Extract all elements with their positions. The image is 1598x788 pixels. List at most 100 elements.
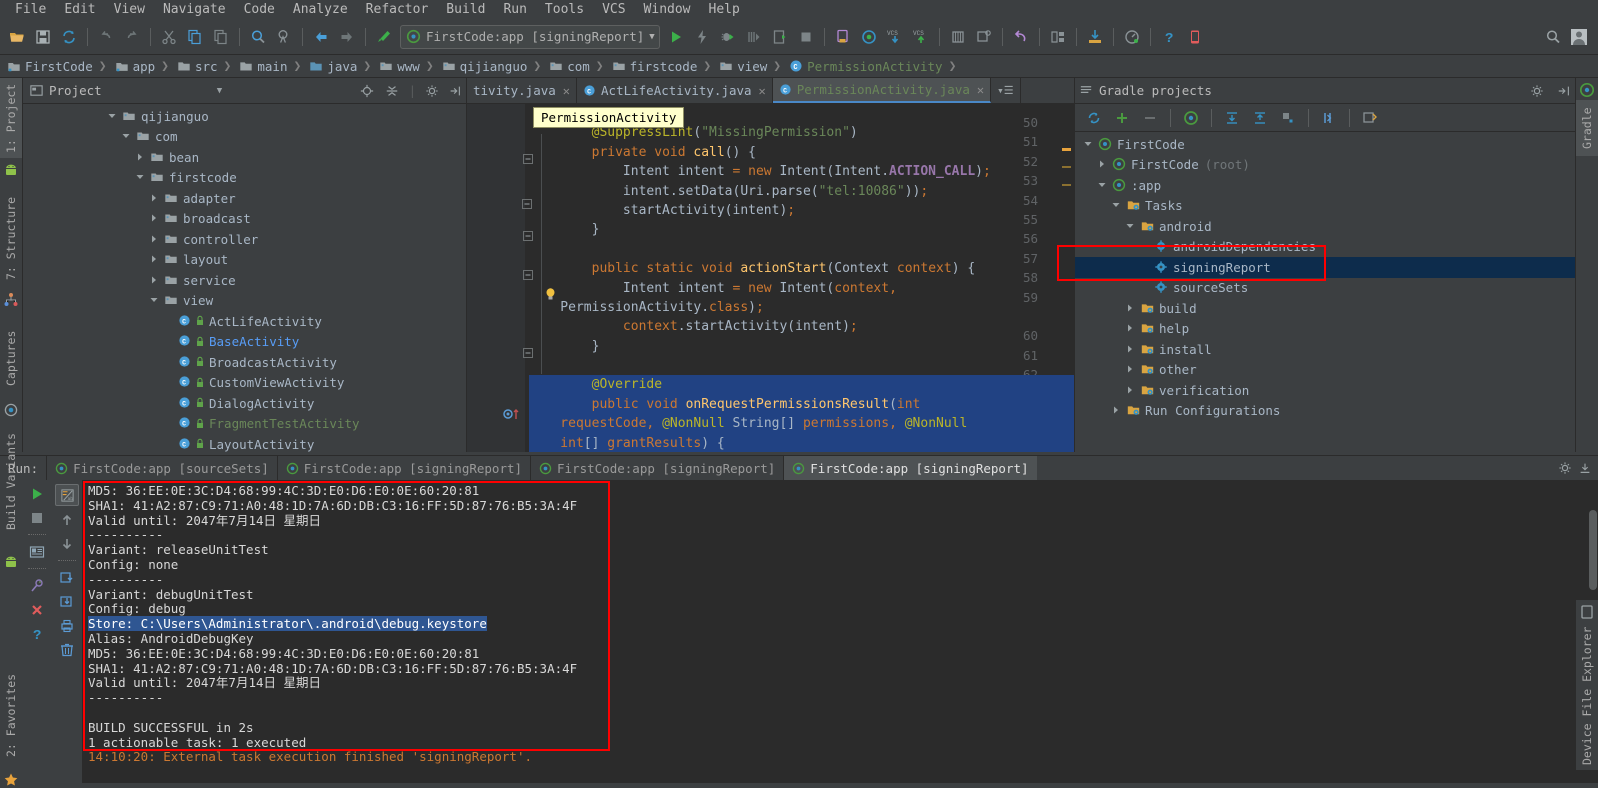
gradle-tree-item[interactable]: androidDependencies — [1075, 237, 1575, 258]
settings-gear-icon[interactable] — [1530, 84, 1544, 98]
locate-icon[interactable] — [360, 84, 374, 98]
scroll-up-icon[interactable] — [56, 510, 78, 530]
chevron-down-icon[interactable] — [107, 111, 118, 122]
project-tree-item[interactable]: bean — [23, 147, 466, 168]
error-stripe-marker[interactable] — [1062, 184, 1071, 186]
run-with-coverage-icon[interactable] — [768, 25, 792, 49]
add-icon[interactable] — [1110, 106, 1134, 130]
console-text[interactable]: 14:10:20: External task execution finish… — [88, 749, 532, 764]
soft-wrap-icon[interactable]: ab — [55, 484, 79, 506]
project-tree-item[interactable]: C LayoutActivity — [23, 434, 466, 452]
vcs-commit-icon[interactable]: VCS — [909, 25, 933, 49]
stop-icon[interactable] — [794, 25, 818, 49]
run-icon[interactable] — [664, 25, 688, 49]
chevron-down-icon[interactable] — [1125, 221, 1136, 232]
device-file-explorer-icon[interactable] — [1083, 25, 1107, 49]
menu-item-view[interactable]: View — [105, 1, 154, 18]
gradle-tree-item[interactable]: signingReport — [1075, 257, 1575, 278]
sidebar-item-structure[interactable]: 7: Structure — [0, 188, 22, 288]
print-icon[interactable] — [56, 616, 78, 636]
forward-icon[interactable] — [335, 25, 359, 49]
menu-item-code[interactable]: Code — [235, 1, 284, 18]
sdk-manager-icon[interactable] — [857, 25, 881, 49]
undo-icon[interactable] — [94, 25, 118, 49]
toggle-tasks-icon[interactable] — [26, 542, 48, 562]
menu-item-refactor[interactable]: Refactor — [357, 1, 438, 18]
gradle-tree-item[interactable]: FirstCode (root) — [1075, 155, 1575, 176]
menu-item-run[interactable]: Run — [494, 1, 535, 18]
chevron-down-icon[interactable] — [149, 295, 160, 306]
breadcrumb-item-permissionactivity[interactable]: C PermissionActivity ❯ — [784, 55, 959, 77]
cut-icon[interactable] — [157, 25, 181, 49]
project-tree-item[interactable]: C ActLifeActivity — [23, 311, 466, 332]
sidebar-item-build-variants[interactable]: Build Variants — [0, 412, 22, 552]
gradle-tree-item[interactable]: Run Configurations — [1075, 401, 1575, 422]
breadcrumb-item-app[interactable]: app ❯ — [110, 55, 172, 77]
toggle-offline-icon[interactable] — [1276, 106, 1300, 130]
run-tab[interactable]: FirstCode:app [sourceSets] — [46, 456, 277, 480]
project-tree-item[interactable]: C BaseActivity — [23, 332, 466, 353]
chevron-down-icon[interactable]: ▼ — [649, 32, 654, 42]
run-tab[interactable]: FirstCode:app [signingReport] — [783, 456, 1037, 480]
editor-tab[interactable]: C ActLifeActivity.java ✕ — [577, 78, 773, 103]
scroll-down-icon[interactable] — [56, 534, 78, 554]
chevron-right-icon[interactable] — [135, 152, 146, 163]
chevron-right-icon[interactable] — [149, 193, 160, 204]
gradle-tree-item[interactable]: sourceSets — [1075, 278, 1575, 299]
chevron-right-icon[interactable] — [1097, 159, 1108, 170]
gradle-tree-item[interactable]: help — [1075, 319, 1575, 340]
toggle-tasks-icon[interactable] — [1317, 106, 1341, 130]
close-icon[interactable]: ✕ — [977, 83, 984, 97]
save-all-icon[interactable] — [31, 25, 55, 49]
close-icon[interactable] — [26, 600, 48, 620]
run-tab[interactable]: FirstCode:app [signingReport] — [530, 456, 783, 480]
gradle-tree-item[interactable]: android — [1075, 216, 1575, 237]
menu-item-help[interactable]: Help — [700, 1, 749, 18]
sidebar-item-favorites[interactable]: 2: Favorites — [0, 660, 22, 770]
layout-inspector-icon[interactable] — [1046, 25, 1070, 49]
refresh-icon[interactable] — [1082, 106, 1106, 130]
android-device-icon[interactable] — [1183, 25, 1207, 49]
project-tree-item[interactable]: firstcode — [23, 168, 466, 189]
chevron-down-icon[interactable] — [1083, 139, 1094, 150]
gradle-tree[interactable]: FirstCode FirstCode (root):app Tasks android… — [1075, 132, 1575, 452]
chevron-right-icon[interactable] — [1125, 385, 1136, 396]
breadcrumb-item-com[interactable]: com ❯ — [544, 55, 606, 77]
stop-icon[interactable] — [26, 508, 48, 528]
breadcrumb-item-src[interactable]: src ❯ — [172, 55, 234, 77]
save-to-file-icon[interactable] — [56, 592, 78, 612]
editor-tab-list-icon[interactable]: ▾☰ — [991, 78, 1021, 103]
debug-icon[interactable] — [716, 25, 740, 49]
project-tree-item[interactable]: view — [23, 291, 466, 312]
project-tree-item[interactable]: controller — [23, 229, 466, 250]
project-tree-item[interactable]: C FragmentTestActivity — [23, 414, 466, 435]
chevron-down-icon[interactable] — [1097, 180, 1108, 191]
run-tab[interactable]: FirstCode:app [signingReport] — [276, 456, 530, 480]
chevron-down-icon[interactable] — [135, 172, 146, 183]
gradle-tree-item[interactable]: FirstCode — [1075, 134, 1575, 155]
user-account-icon[interactable] — [1567, 25, 1591, 49]
collapse-all-icon[interactable] — [385, 84, 399, 98]
hide-panel-icon[interactable] — [1557, 84, 1571, 98]
gradle-tree-item[interactable]: Tasks — [1075, 196, 1575, 217]
project-tree-item[interactable]: C BroadcastActivity — [23, 352, 466, 373]
project-tree-item[interactable]: broadcast — [23, 209, 466, 230]
chevron-right-icon[interactable] — [149, 254, 160, 265]
chevron-right-icon[interactable] — [149, 234, 160, 245]
profiler-icon[interactable] — [1120, 25, 1144, 49]
sidebar-item-project[interactable]: 1: Project — [0, 78, 22, 158]
menu-item-analyze[interactable]: Analyze — [284, 1, 357, 18]
menu-item-file[interactable]: File — [6, 1, 55, 18]
chevron-down-icon[interactable]: ▼ — [217, 86, 222, 96]
chevron-right-icon[interactable] — [1125, 364, 1136, 375]
rerun-icon[interactable] — [26, 484, 48, 504]
breadcrumb-item-firstcode[interactable]: firstcode ❯ — [607, 55, 715, 77]
breadcrumb-item-java[interactable]: java ❯ — [304, 55, 374, 77]
project-tree-item[interactable]: C CustomViewActivity — [23, 373, 466, 394]
project-tree-item[interactable]: adapter — [23, 188, 466, 209]
menu-item-tools[interactable]: Tools — [536, 1, 593, 18]
avd-manager-icon[interactable] — [831, 25, 855, 49]
collapse-all-icon[interactable] — [1248, 106, 1272, 130]
sidebar-item-device-file-explorer[interactable]: Device File Explorer — [1576, 622, 1598, 770]
chevron-right-icon[interactable] — [1125, 323, 1136, 334]
